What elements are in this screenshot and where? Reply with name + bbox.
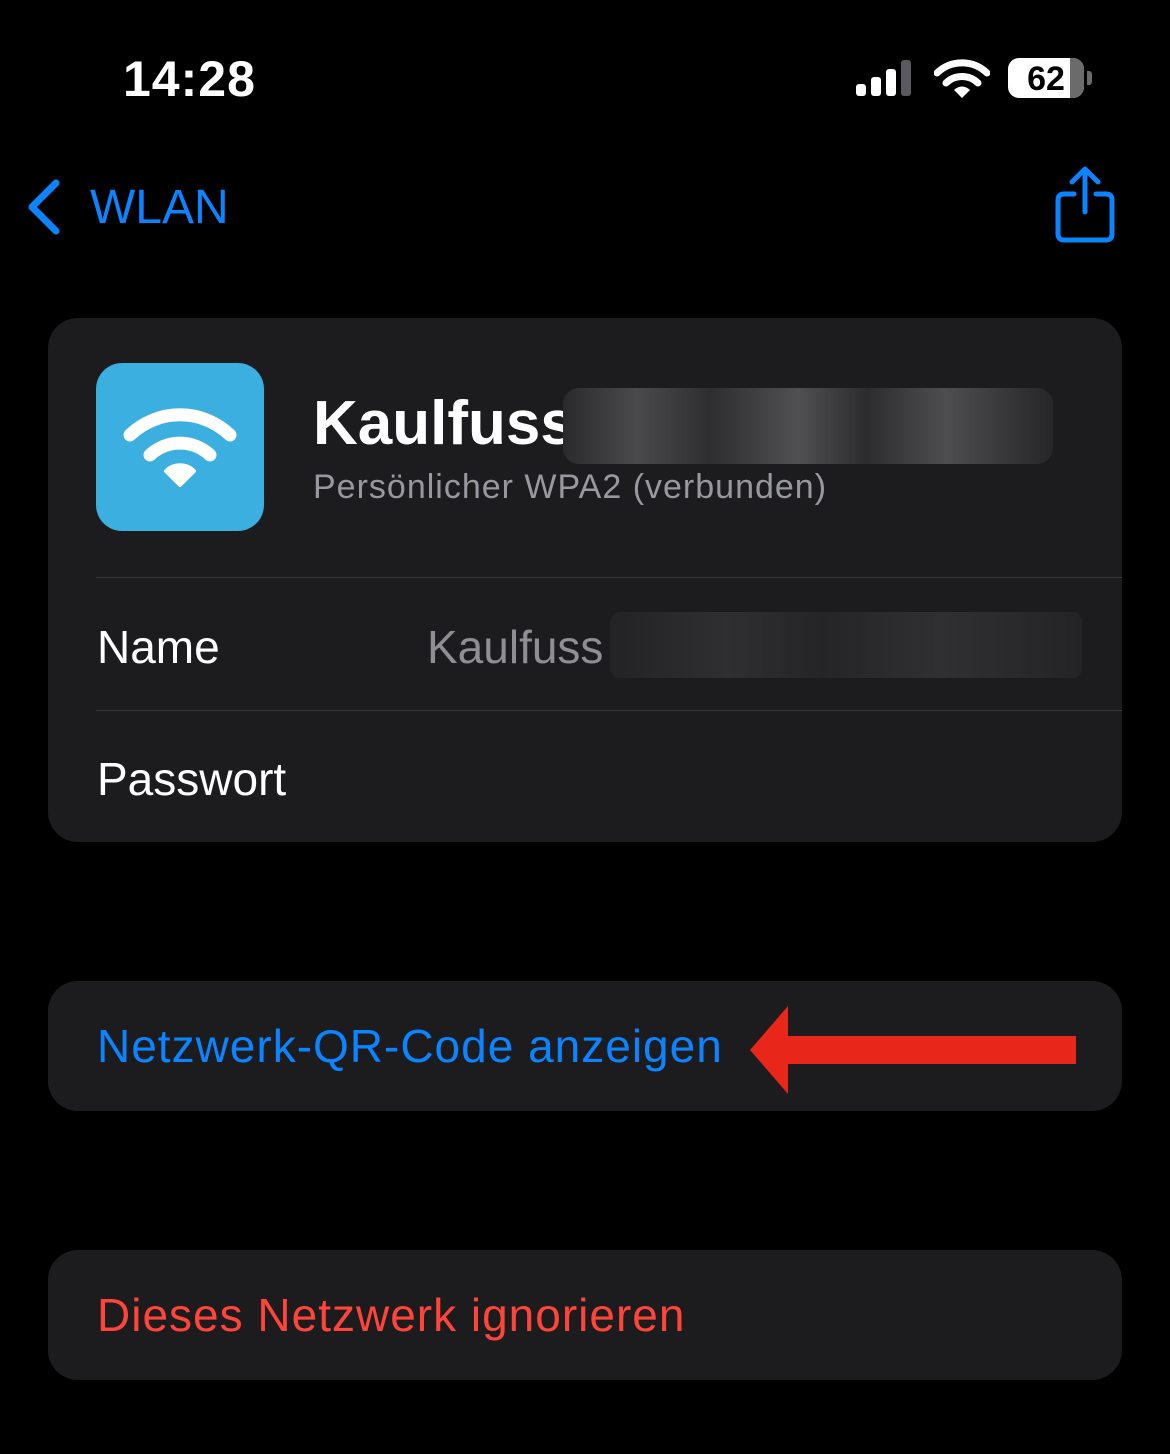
back-label: WLAN — [90, 180, 229, 234]
divider — [96, 710, 1122, 711]
divider — [96, 577, 1122, 578]
wifi-status-icon — [934, 59, 990, 98]
name-value: Kaulfuss — [427, 621, 604, 673]
share-icon[interactable] — [1052, 164, 1118, 244]
battery-cap — [1087, 71, 1092, 85]
battery-level: 62 — [1027, 60, 1065, 98]
back-button[interactable]: WLAN — [24, 172, 229, 242]
network-info-card: Kaulfuss Persönlicher WPA2 (verbunden) N… — [48, 318, 1122, 842]
forget-network-label: Dieses Netzwerk ignorieren — [97, 1289, 686, 1341]
network-icon-tile — [96, 363, 264, 531]
status-time: 14:28 — [123, 51, 256, 107]
redacted-name-value — [610, 612, 1082, 678]
redacted-network-name — [563, 388, 1053, 464]
name-label: Name — [97, 621, 220, 673]
show-qr-code-label: Netzwerk-QR-Code anzeigen — [97, 1020, 723, 1072]
annotation-arrow-icon — [750, 1006, 1076, 1094]
wifi-icon — [123, 408, 237, 487]
chevron-left-icon — [28, 179, 60, 235]
network-name: Kaulfuss — [313, 389, 575, 458]
battery-icon: 62 — [1008, 58, 1084, 98]
forget-network-button[interactable]: Dieses Netzwerk ignorieren — [48, 1250, 1122, 1380]
cellular-signal-icon — [856, 60, 916, 96]
security-status: Persönlicher WPA2 (verbunden) — [313, 468, 828, 506]
password-row[interactable]: Passwort — [97, 752, 286, 806]
